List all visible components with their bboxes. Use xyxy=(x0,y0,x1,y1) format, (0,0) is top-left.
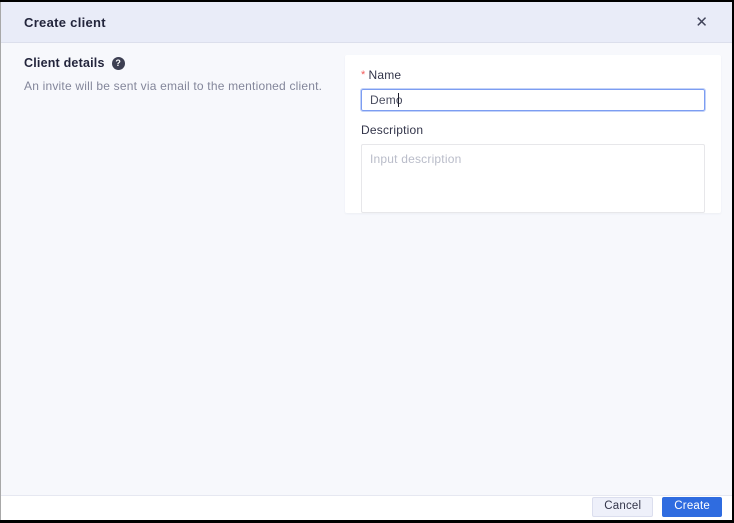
help-icon[interactable]: ? xyxy=(111,56,125,70)
section-title: Client details xyxy=(24,56,105,70)
close-icon[interactable]: ✕ xyxy=(691,13,712,32)
name-input-wrap xyxy=(360,88,706,112)
section-description: An invite will be sent via email to the … xyxy=(24,79,323,93)
required-asterisk: * xyxy=(361,69,366,81)
modal-footer: Cancel Create xyxy=(1,495,732,520)
form-card: *Name Description xyxy=(345,55,721,213)
modal-title: Create client xyxy=(24,14,106,30)
create-client-modal: Create client ✕ Client details ? An invi… xyxy=(0,2,732,520)
description-label: Description xyxy=(361,123,424,137)
cancel-button[interactable]: Cancel xyxy=(592,497,654,517)
create-button[interactable]: Create xyxy=(662,497,722,517)
section-title-row: Client details ? xyxy=(24,56,325,70)
modal-body: Client details ? An invite will be sent … xyxy=(1,43,732,495)
info-panel: Client details ? An invite will be sent … xyxy=(1,43,345,93)
modal-header: Create client ✕ xyxy=(1,2,732,43)
text-caret xyxy=(398,93,399,107)
description-textarea[interactable] xyxy=(361,144,705,213)
screen: Create client ✕ Client details ? An invi… xyxy=(0,0,734,523)
name-input[interactable] xyxy=(360,88,706,112)
name-label: * Name xyxy=(361,68,705,82)
name-label-text: Name xyxy=(368,68,402,82)
